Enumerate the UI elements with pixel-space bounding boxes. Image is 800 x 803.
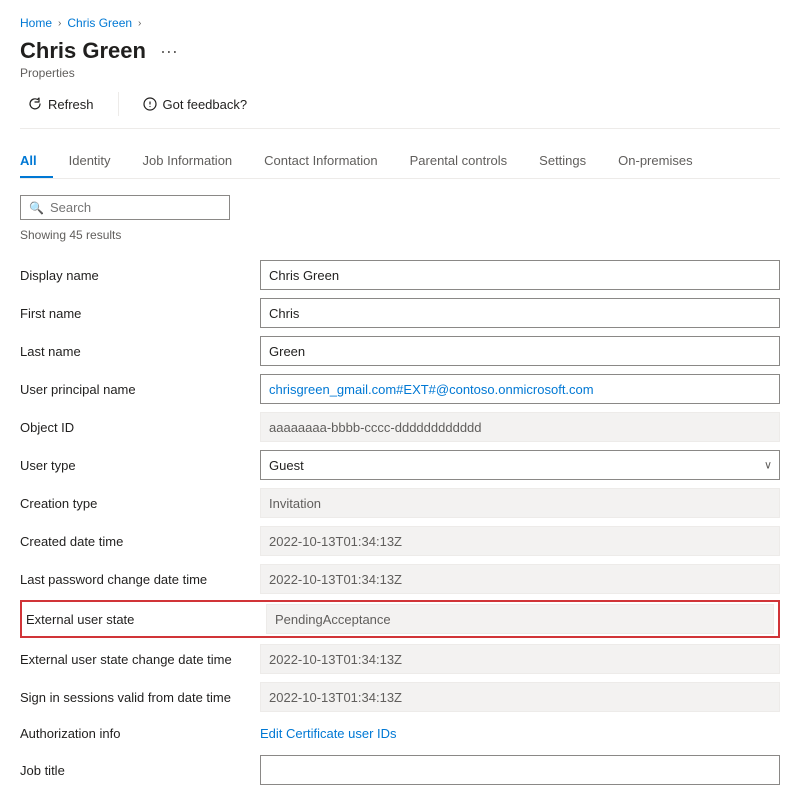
- label-external-user-state: External user state: [26, 606, 266, 633]
- refresh-button[interactable]: Refresh: [20, 93, 102, 116]
- tab-on-premises[interactable]: On-premises: [602, 145, 708, 178]
- tab-settings[interactable]: Settings: [523, 145, 602, 178]
- form-fields: Display name First name Last name User p…: [20, 258, 780, 787]
- input-last-pwd-change: [260, 564, 780, 594]
- field-sign-in-sessions: Sign in sessions valid from date time: [20, 680, 780, 714]
- tabs-container: All Identity Job Information Contact Inf…: [20, 145, 780, 179]
- label-sign-in-sessions: Sign in sessions valid from date time: [20, 684, 260, 711]
- refresh-label: Refresh: [48, 97, 94, 112]
- tab-parental-controls[interactable]: Parental controls: [394, 145, 524, 178]
- field-external-user-state: External user state: [20, 600, 780, 638]
- field-upn: User principal name: [20, 372, 780, 406]
- value-authorization-info: Edit Certificate user IDs: [260, 726, 780, 741]
- tab-job-information[interactable]: Job Information: [127, 145, 249, 178]
- input-created-datetime: [260, 526, 780, 556]
- value-creation-type: [260, 488, 780, 518]
- input-display-name[interactable]: [260, 260, 780, 290]
- feedback-label: Got feedback?: [163, 97, 248, 112]
- tab-all[interactable]: All: [20, 145, 53, 178]
- field-authorization-info: Authorization info Edit Certificate user…: [20, 718, 780, 749]
- input-last-name[interactable]: [260, 336, 780, 366]
- label-upn: User principal name: [20, 376, 260, 403]
- value-upn: [260, 374, 780, 404]
- label-object-id: Object ID: [20, 414, 260, 441]
- label-creation-type: Creation type: [20, 490, 260, 517]
- breadcrumb-user[interactable]: Chris Green: [67, 16, 132, 30]
- breadcrumb: Home › Chris Green ›: [20, 16, 780, 30]
- breadcrumb-chevron-1: ›: [58, 18, 61, 29]
- field-first-name: First name: [20, 296, 780, 330]
- select-user-type[interactable]: Guest Member: [260, 450, 780, 480]
- value-object-id: [260, 412, 780, 442]
- input-first-name[interactable]: [260, 298, 780, 328]
- main-container: Home › Chris Green › Chris Green ··· Pro…: [0, 0, 800, 803]
- value-last-name: [260, 336, 780, 366]
- field-job-title: Job title: [20, 753, 780, 787]
- label-last-name: Last name: [20, 338, 260, 365]
- value-first-name: [260, 298, 780, 328]
- label-display-name: Display name: [20, 262, 260, 289]
- search-input[interactable]: [50, 200, 221, 215]
- input-upn[interactable]: [260, 374, 780, 404]
- ellipsis-button[interactable]: ···: [154, 39, 184, 64]
- input-creation-type: [260, 488, 780, 518]
- feedback-icon: [143, 97, 157, 111]
- toolbar-divider: [118, 92, 119, 116]
- input-sign-in-sessions: [260, 682, 780, 712]
- value-display-name: [260, 260, 780, 290]
- label-user-type: User type: [20, 452, 260, 479]
- search-box: 🔍: [20, 195, 230, 220]
- field-object-id: Object ID: [20, 410, 780, 444]
- label-first-name: First name: [20, 300, 260, 327]
- field-last-pwd-change: Last password change date time: [20, 562, 780, 596]
- field-display-name: Display name: [20, 258, 780, 292]
- input-job-title[interactable]: [260, 755, 780, 785]
- input-external-user-state: [266, 604, 774, 634]
- field-creation-type: Creation type: [20, 486, 780, 520]
- label-created-datetime: Created date time: [20, 528, 260, 555]
- refresh-icon: [28, 97, 42, 111]
- page-title: Chris Green: [20, 38, 146, 64]
- field-user-type: User type Guest Member ∨: [20, 448, 780, 482]
- input-external-state-change: [260, 644, 780, 674]
- value-user-type: Guest Member ∨: [260, 450, 780, 480]
- field-created-datetime: Created date time: [20, 524, 780, 558]
- value-created-datetime: [260, 526, 780, 556]
- value-external-state-change: [260, 644, 780, 674]
- tab-identity[interactable]: Identity: [53, 145, 127, 178]
- label-external-state-change: External user state change date time: [20, 646, 260, 673]
- value-last-pwd-change: [260, 564, 780, 594]
- field-external-state-change: External user state change date time: [20, 642, 780, 676]
- results-count: Showing 45 results: [20, 228, 780, 242]
- breadcrumb-chevron-2: ›: [138, 18, 141, 29]
- breadcrumb-home[interactable]: Home: [20, 16, 52, 30]
- label-last-pwd-change: Last password change date time: [20, 566, 260, 593]
- value-job-title: [260, 755, 780, 785]
- tab-contact-information[interactable]: Contact Information: [248, 145, 393, 178]
- authorization-info-link[interactable]: Edit Certificate user IDs: [260, 726, 397, 741]
- feedback-button[interactable]: Got feedback?: [135, 93, 256, 116]
- toolbar: Refresh Got feedback?: [20, 92, 780, 129]
- value-sign-in-sessions: [260, 682, 780, 712]
- input-object-id: [260, 412, 780, 442]
- label-job-title: Job title: [20, 757, 260, 784]
- search-icon: 🔍: [29, 201, 44, 215]
- select-wrapper-user-type: Guest Member ∨: [260, 450, 780, 480]
- field-last-name: Last name: [20, 334, 780, 368]
- value-external-user-state: [266, 604, 774, 634]
- page-subtitle: Properties: [20, 66, 780, 80]
- label-authorization-info: Authorization info: [20, 720, 260, 747]
